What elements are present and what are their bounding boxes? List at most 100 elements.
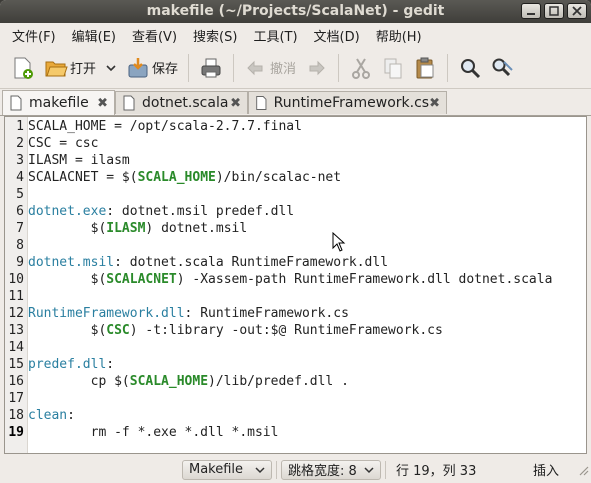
make-target: clean: [28, 408, 68, 423]
maximize-button[interactable]: [544, 3, 564, 19]
menu-file[interactable]: 文件(F): [4, 26, 64, 45]
menu-search[interactable]: 搜索(S): [185, 26, 245, 45]
line-number: 19: [8, 425, 24, 440]
make-variable: SCALACNET: [106, 272, 177, 287]
window-controls: [521, 3, 587, 19]
scissors-icon: [352, 57, 371, 79]
tab-dotnet-scala[interactable]: dotnet.scala ✖: [115, 91, 248, 114]
code-segment: $(: [28, 272, 107, 287]
minimize-button[interactable]: [521, 3, 541, 19]
make-variable: SCALA_HOME: [137, 170, 216, 185]
document-icon: [256, 96, 267, 110]
line-number: 1: [16, 119, 24, 134]
tab-runtimeframework-cs[interactable]: RuntimeFramework.cs ✖: [248, 91, 447, 114]
code-segment: CSC = csc: [28, 136, 99, 151]
save-button[interactable]: 保存: [122, 51, 182, 85]
tab-width-selector[interactable]: 跳格宽度: 8: [281, 459, 381, 480]
search-icon: [461, 58, 481, 78]
tab-label: dotnet.scala: [142, 95, 229, 111]
undo-button[interactable]: 撤消: [240, 51, 300, 85]
statusbar-separator: [385, 460, 386, 479]
code-text: $(ILASM) dotnet.msil: [28, 220, 248, 237]
code-segment: ) dotnet.msil: [145, 221, 248, 236]
line-number: 10: [8, 272, 24, 287]
mouse-cursor-icon: [332, 232, 346, 252]
print-button[interactable]: [195, 51, 227, 85]
code-text: dotnet.exe: dotnet.msil predef.dll: [28, 203, 294, 220]
code-segment: : dotnet.scala RuntimeFramework.dll: [114, 255, 389, 270]
document-tabs: makefile ✖ dotnet.scala ✖ RuntimeFramewo…: [0, 89, 591, 116]
code-segment: $(: [28, 323, 107, 338]
make-variable: CSC: [106, 323, 130, 338]
line-number: 15: [8, 357, 24, 372]
line-number: 3: [16, 153, 24, 168]
code-segment: rm -f *.exe *.dll *.msil: [28, 425, 279, 440]
statusbar-separator: [276, 460, 277, 479]
code-segment: :: [67, 408, 75, 423]
find-replace-button[interactable]: [486, 51, 518, 85]
make-variable: ILASM: [106, 221, 146, 236]
close-button[interactable]: [567, 3, 587, 19]
tab-label: RuntimeFramework.cs: [273, 95, 430, 111]
title-bar[interactable]: makefile (~/Projects/ScalaNet) - gedit: [0, 0, 591, 23]
code-segment: ILASM = ilasm: [28, 153, 130, 168]
code-text: CSC = csc: [28, 135, 98, 152]
code-text: rm -f *.exe *.dll *.msil: [28, 424, 279, 441]
code-segment: :: [106, 357, 115, 372]
copy-icon: [384, 58, 402, 78]
line-number: 2: [16, 136, 24, 151]
chevron-down-icon: [255, 466, 265, 473]
code-text: $(CSC) -t:library -out:$@ RuntimeFramewo…: [28, 322, 443, 339]
copy-button[interactable]: [377, 51, 409, 85]
new-document-button[interactable]: [6, 51, 40, 85]
menu-view[interactable]: 查看(V): [124, 26, 185, 45]
open-button[interactable]: 打开: [40, 51, 100, 85]
code-text: clean:: [28, 407, 75, 424]
find-button[interactable]: [454, 51, 486, 85]
redo-button[interactable]: [300, 51, 332, 85]
make-target: dotnet.msil: [28, 255, 115, 270]
code-segment: : RuntimeFramework.cs: [184, 306, 349, 321]
code-text: ILASM = ilasm: [28, 152, 130, 169]
code-text: cp $(SCALA_HOME)/lib/predef.dll .: [28, 373, 349, 390]
code-text: predef.dll:: [28, 356, 114, 373]
make-target: RuntimeFramework.dll: [28, 306, 185, 321]
undo-icon: [247, 60, 263, 75]
close-tab-icon[interactable]: ✖: [230, 96, 241, 111]
document-icon: [10, 95, 22, 111]
close-tab-icon[interactable]: ✖: [429, 96, 440, 111]
menu-edit[interactable]: 编辑(E): [64, 26, 124, 45]
new-document-icon: [14, 57, 33, 79]
chevron-down-icon: [106, 64, 116, 71]
code-segment: SCALACNET = $(: [28, 170, 138, 185]
text-editor[interactable]: 1 SCALA_HOME = /opt/scala-2.7.7.final 2 CSC…: [4, 116, 587, 454]
code-segment: ) -t:library -out:$@ RuntimeFramework.cs: [129, 323, 443, 338]
save-icon: [128, 57, 148, 77]
code-segment: )/lib/predef.dll .: [208, 374, 349, 389]
insert-mode: 插入: [532, 464, 559, 479]
paste-button[interactable]: [409, 51, 441, 85]
menu-documents[interactable]: 文档(D): [306, 26, 368, 45]
line-number: 4: [16, 170, 24, 185]
line-number: 11: [8, 289, 24, 304]
code-text: $(SCALACNET) -Xassem-path RuntimeFramewo…: [28, 271, 553, 288]
code-segment: )/bin/scalac-net: [215, 170, 342, 185]
line-number: 9: [16, 255, 24, 270]
language-selector[interactable]: Makefile: [182, 459, 272, 480]
make-target: predef.dll: [28, 357, 107, 372]
line-number: 17: [8, 391, 24, 406]
open-recent-dropdown[interactable]: [100, 51, 122, 85]
make-variable: SCALA_HOME: [129, 374, 209, 389]
minimize-icon: [527, 13, 535, 15]
save-label: 保存: [152, 62, 179, 77]
menu-help[interactable]: 帮助(H): [368, 26, 430, 45]
cut-button[interactable]: [345, 51, 377, 85]
line-number: 13: [8, 323, 24, 338]
close-tab-icon[interactable]: ✖: [97, 96, 108, 111]
line-number: 6: [16, 204, 24, 219]
toolbar-separator: [233, 53, 235, 82]
tab-makefile[interactable]: makefile ✖: [2, 90, 115, 115]
folder-open-icon: [45, 61, 68, 76]
menu-tools[interactable]: 工具(T): [245, 26, 305, 45]
resize-grip-icon[interactable]: [577, 464, 589, 476]
